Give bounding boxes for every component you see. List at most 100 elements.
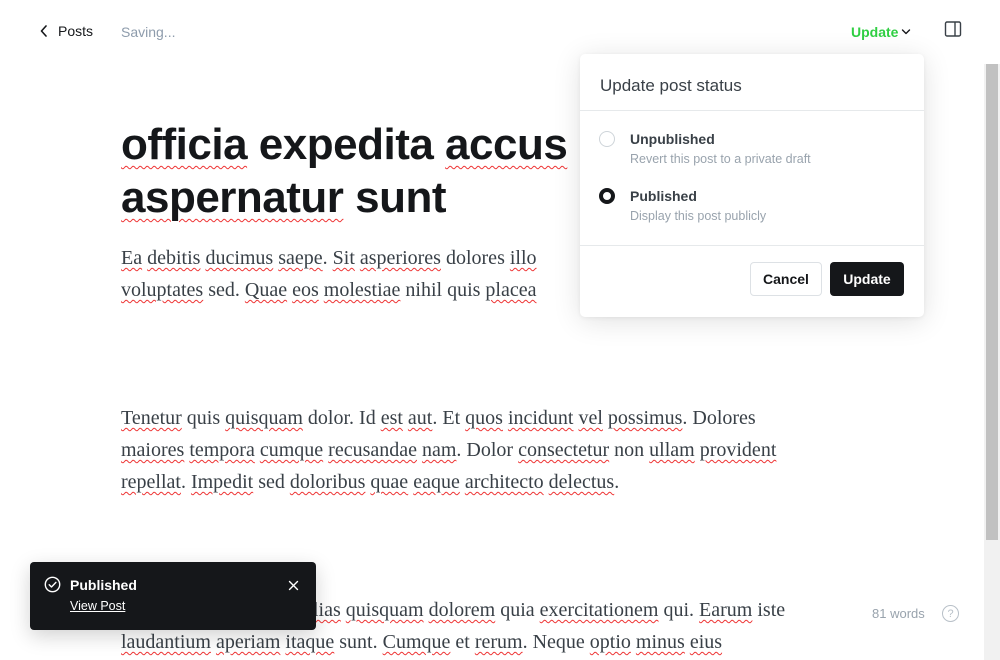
word: itaque [285,631,335,653]
option-desc-unpublished: Revert this post to a private draft [630,152,811,166]
word: quos [465,407,503,429]
divider [580,245,924,246]
update-trigger-label: Update [851,24,899,40]
word: consectetur [518,439,610,461]
word: Cumque [382,631,451,653]
word: repellat [121,471,181,493]
toast-title: Published [70,577,137,593]
update-dropdown-trigger[interactable]: Update [851,23,911,41]
close-icon[interactable] [288,578,299,596]
word: eos [292,279,319,301]
word: asperiores [359,247,441,269]
text: dolor. Id [302,407,381,429]
word: minus [635,631,685,653]
word: nam [421,439,457,461]
word: laudantium [121,631,211,653]
word: placea [485,279,537,301]
word: delectus [548,471,615,493]
word: incidunt [507,407,574,429]
word: est [380,407,403,429]
word: possimus [607,407,683,429]
word: voluptates [121,279,204,301]
option-desc-published: Display this post publicly [630,209,767,223]
word: optio [589,631,631,653]
view-post-link[interactable]: View Post [70,599,125,613]
word: exercitationem [539,599,659,621]
word-count: 81 words [872,606,925,621]
word: eaque [413,471,460,493]
word: Sit [332,247,355,269]
word: maiores [121,439,185,461]
text: sed. [203,279,245,301]
radio-published[interactable] [599,188,615,204]
word: eius [689,631,723,653]
word: provident [699,439,777,461]
divider [580,110,924,111]
word: Ea [121,247,143,269]
scrollbar-thumb[interactable] [986,64,998,540]
update-status-popover: Update post status Unpublished Revert th… [580,54,924,317]
word: Impedit [190,471,254,493]
word: saepe [278,247,323,269]
word: aperiam [215,631,281,653]
word: Tenetur [121,407,182,429]
chevron-down-icon [901,23,911,41]
radio-unpublished[interactable] [599,131,615,147]
text: quia [495,599,540,621]
text: . [322,247,333,269]
text: nihil quis [400,279,486,301]
word: dolorem [428,599,496,621]
word: vel [578,407,603,429]
text: iste [752,599,786,621]
title-word: officia [121,120,248,169]
save-status: Saving... [121,24,176,40]
sidebar-panel-icon [944,21,962,42]
post-paragraph[interactable]: Tenetur quis quisquam dolor. Id est aut.… [121,402,881,498]
text: sed [253,471,290,493]
text: . Neque [522,631,590,653]
back-to-posts-link[interactable]: Posts [40,23,93,39]
title-word: aspernatur [121,173,344,222]
settings-sidebar-toggle[interactable] [944,20,962,43]
option-label-published[interactable]: Published [630,188,697,204]
word: ducimus [205,247,274,269]
question-circle-icon[interactable]: ? [942,605,959,622]
text: quis [181,407,226,429]
back-label: Posts [58,23,94,39]
text: . Dolores [682,407,756,429]
update-button[interactable]: Update [830,262,904,296]
title-word: accus [445,120,568,169]
cancel-button[interactable]: Cancel [750,262,822,296]
text: dolores [440,247,510,269]
word: Quae [244,279,288,301]
word: Earum [699,599,753,621]
word: rerum [474,631,523,653]
text: . Et [432,407,466,429]
word: quae [370,471,409,493]
word: tempora [189,439,255,461]
word: architecto [464,471,544,493]
check-circle-icon [44,576,61,598]
word: recusandae [328,439,417,461]
title-text: expedita [247,120,446,169]
word: quisquam [225,407,303,429]
text: sunt. [334,631,383,653]
popover-title: Update post status [600,76,742,95]
title-text: sunt [343,173,447,222]
word: aut [407,407,433,429]
word: ullam [649,439,695,461]
option-label-unpublished[interactable]: Unpublished [630,131,715,147]
text: non [609,439,650,461]
word: lias [313,599,341,621]
word: cumque [259,439,324,461]
chevron-left-icon [40,25,48,37]
word: quisquam [345,599,424,621]
word: doloribus [289,471,366,493]
text: qui. [658,599,700,621]
text: . [614,471,620,493]
word: debitis [147,247,201,269]
text: . Dolor [456,439,519,461]
text: . [180,471,191,493]
word: molestiae [323,279,401,301]
text: et [450,631,475,653]
